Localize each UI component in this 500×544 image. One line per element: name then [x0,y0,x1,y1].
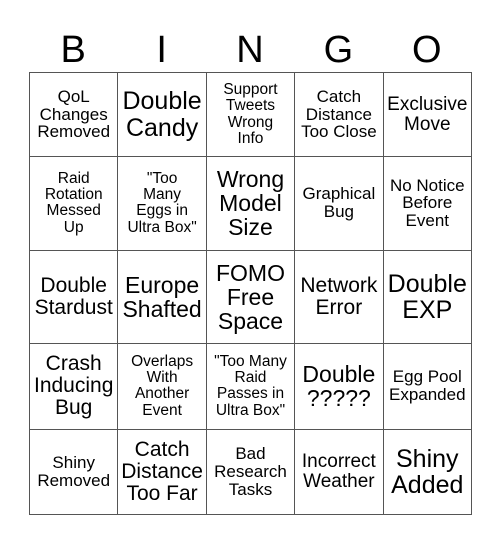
bingo-cell[interactable]: Shiny Removed [28,428,119,515]
bingo-cell[interactable]: No Notice Before Event [382,156,473,251]
grid-row: Crash Inducing Bug Overlaps With Another… [28,343,473,430]
bingo-cell[interactable]: Bad Research Tasks [205,428,296,515]
cell-text: Raid Rotation Messed Up [44,169,103,236]
header-letter-o: O [412,29,442,71]
cell-text: Crash Inducing Bug [33,352,114,420]
cell-text: Double Stardust [34,273,113,319]
bingo-cell[interactable]: Support Tweets Wrong Info [205,71,296,158]
cell-text: Bad Research Tasks [214,443,287,499]
grid-row: Shiny Removed Catch Distance Too Far Bad… [28,428,473,515]
bingo-cell[interactable]: Crash Inducing Bug [28,343,119,430]
cell-text: Overlaps With Another Event [131,352,194,419]
header-letter-b: B [60,29,86,71]
bingo-cell[interactable]: Incorrect Weather [294,428,384,515]
cell-text: "Too Many Eggs in Ultra Box" [127,169,197,236]
bingo-cell[interactable]: Shiny Added [382,428,473,515]
bingo-header: B I N G O [29,28,471,72]
bingo-cell[interactable]: Wrong Model Size [205,156,296,251]
bingo-cell[interactable]: Exclusive Move [382,71,473,158]
bingo-cell[interactable]: Egg Pool Expanded [382,343,473,430]
cell-text: Double Candy [122,87,202,142]
bingo-cell[interactable]: Overlaps With Another Event [117,343,207,430]
header-letter-n: N [236,29,264,71]
bingo-cell[interactable]: Double EXP [382,249,473,345]
header-letter-g: G [323,29,354,71]
bingo-cell[interactable]: Double ????? [294,343,384,430]
cell-text: Catch Distance Too Close [301,86,377,142]
cell-text: Support Tweets Wrong Info [223,81,278,147]
grid-row: Raid Rotation Messed Up "Too Many Eggs i… [28,156,473,251]
bingo-cell[interactable]: Double Stardust [28,249,119,345]
bingo-cell[interactable]: "Too Many Raid Passes in Ultra Box" [205,343,296,430]
cell-text: Egg Pool Expanded [388,367,466,405]
grid-row: Double Stardust Europe Shafted FOMO Free… [28,249,473,345]
bingo-cell[interactable]: Catch Distance Too Close [294,71,384,158]
cell-text: Shiny Removed [37,452,111,490]
cell-text: Double EXP [387,269,467,324]
cell-text: Double ????? [302,361,376,412]
grid-row: QoL Changes Removed Double Candy Support… [28,71,473,158]
cell-text: No Notice Before Event [389,175,465,231]
bingo-cell[interactable]: Network Error [294,249,384,345]
header-letter-i: I [156,29,167,71]
cell-text: Graphical Bug [302,184,376,222]
cell-text: Incorrect Weather [301,450,376,492]
bingo-cell[interactable]: FOMO Free Space [205,249,296,345]
cell-text: FOMO Free Space [215,259,285,334]
cell-text: Wrong Model Size [216,166,285,241]
cell-text: "Too Many Raid Passes in Ultra Box" [214,352,287,419]
bingo-cell[interactable]: Catch Distance Too Far [117,428,207,515]
bingo-cell[interactable]: Raid Rotation Messed Up [28,156,119,251]
bingo-grid: QoL Changes Removed Double Candy Support… [28,71,473,515]
cell-text: Network Error [300,273,378,319]
cell-text: Europe Shafted [122,271,202,322]
bingo-cell[interactable]: Double Candy [117,71,207,158]
cell-text: Shiny Added [391,444,464,499]
cell-text: Exclusive Move [387,93,468,135]
bingo-cell[interactable]: QoL Changes Removed [28,71,119,158]
cell-text: QoL Changes Removed [37,86,111,142]
cell-text: Catch Distance Too Far [121,437,203,505]
bingo-cell[interactable]: Graphical Bug [294,156,384,251]
bingo-cell[interactable]: "Too Many Eggs in Ultra Box" [117,156,207,251]
bingo-cell[interactable]: Europe Shafted [117,249,207,345]
